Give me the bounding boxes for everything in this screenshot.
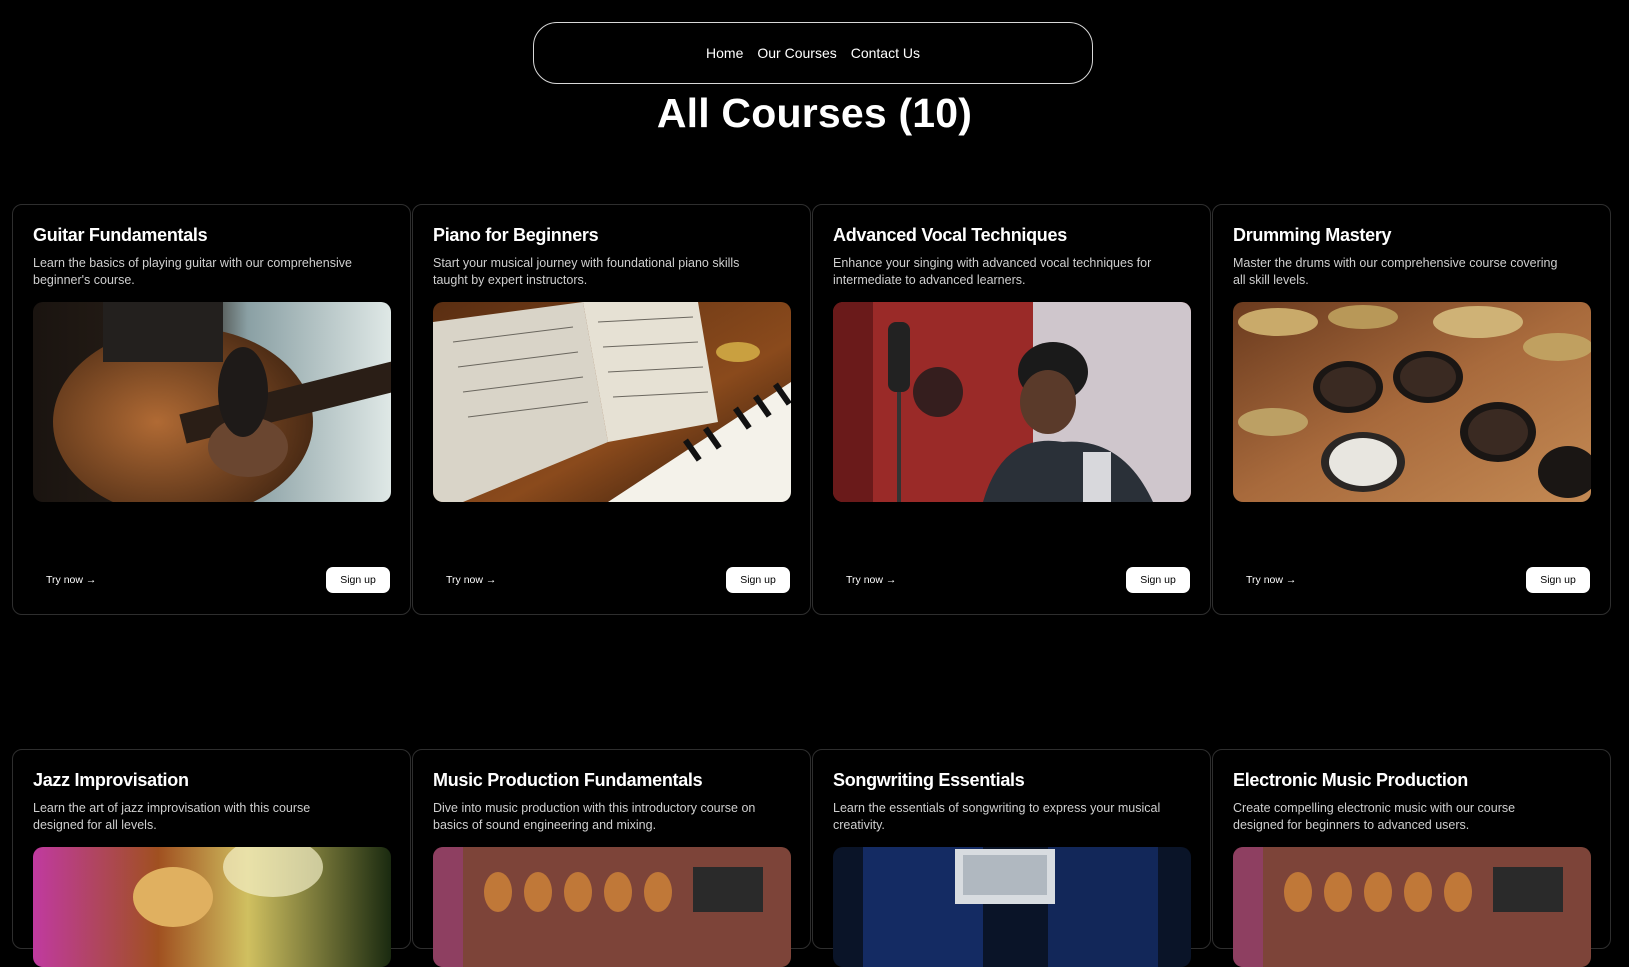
course-card-jazz: Jazz Improvisation Learn the art of jazz… [12,749,411,967]
course-card-music-production: Music Production Fundamentals Dive into … [412,749,811,967]
try-now-link[interactable]: Try now → [46,574,96,586]
studio-guitars-photo [433,847,791,967]
saxophone-photo [33,847,391,967]
course-card-vocals: Advanced Vocal Techniques Enhance your s… [812,204,1211,615]
course-description: Learn the essentials of songwriting to e… [833,801,1161,832]
course-card-piano: Piano for Beginners Start your musical j… [412,204,811,615]
sign-up-button[interactable]: Sign up [326,567,390,593]
course-card-songwriting: Songwriting Essentials Learn the essenti… [812,749,1211,967]
nav-contact-us-link[interactable]: Contact Us [851,45,920,61]
course-description: Start your musical journey with foundati… [433,256,740,287]
studio-guitars-photo [1233,847,1591,967]
studio-monitor-photo [833,847,1191,967]
acoustic-guitar-photo [33,302,391,502]
nav-our-courses-link[interactable]: Our Courses [757,45,836,61]
course-card-electronic-music: Electronic Music Production Create compe… [1212,749,1611,967]
piano-sheet-music-photo [433,302,791,502]
course-title: Drumming Mastery [1233,225,1392,245]
course-title: Music Production Fundamentals [433,770,703,790]
drum-kit-photo [1233,302,1591,502]
page-title: All Courses (10) [656,90,973,136]
course-description: Master the drums with our comprehensive … [1233,256,1558,287]
course-description: Learn the basics of playing guitar with … [33,256,352,287]
course-description: Dive into music production with this int… [433,801,756,832]
top-navigation: Home Our Courses Contact Us [533,22,1093,84]
sign-up-button[interactable]: Sign up [1126,567,1190,593]
course-description: Learn the art of jazz improvisation with… [33,801,311,832]
course-title: Songwriting Essentials [833,770,1025,790]
course-card-guitar: Guitar Fundamentals Learn the basics of … [12,204,411,615]
course-description: Enhance your singing with advanced vocal… [833,256,1152,287]
try-now-link[interactable]: Try now → [846,574,896,586]
course-title: Jazz Improvisation [33,770,189,790]
sign-up-button[interactable]: Sign up [1526,567,1590,593]
try-now-link[interactable]: Try now → [446,574,496,586]
course-card-drums: Drumming Mastery Master the drums with o… [1212,204,1611,615]
course-description: Create compelling electronic music with … [1233,801,1516,832]
course-title: Piano for Beginners [433,225,599,245]
course-title: Guitar Fundamentals [33,225,208,245]
try-now-link[interactable]: Try now → [1246,574,1296,586]
vocalist-microphone-photo [833,302,1191,502]
course-title: Electronic Music Production [1233,770,1468,790]
course-title: Advanced Vocal Techniques [833,225,1067,245]
sign-up-button[interactable]: Sign up [726,567,790,593]
nav-home-link[interactable]: Home [706,45,743,61]
